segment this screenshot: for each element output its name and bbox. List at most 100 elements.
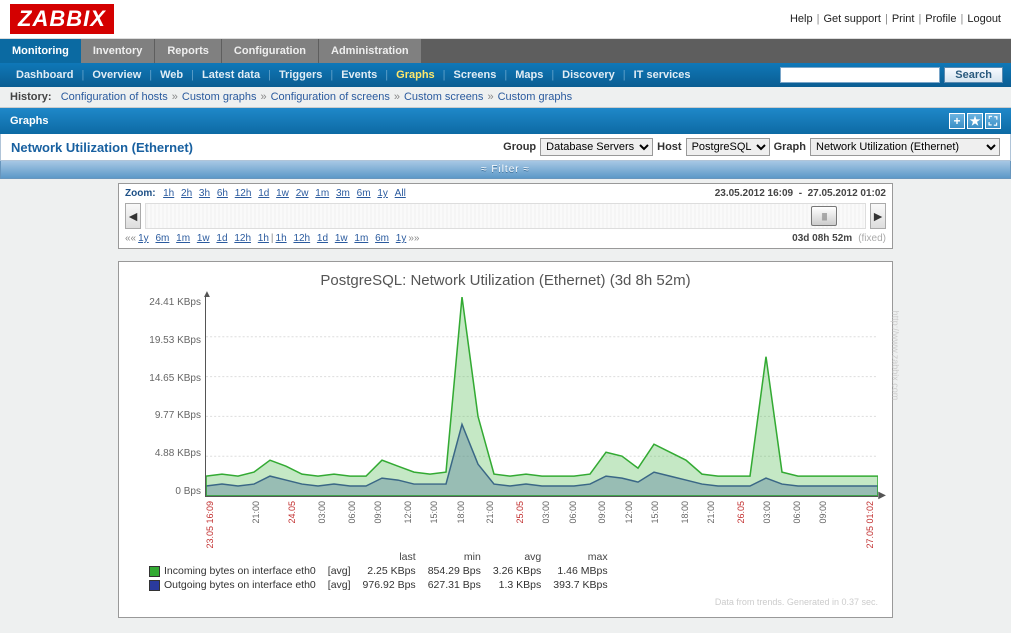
top-bar: ZABBIX Help|Get support|Print|Profile|Lo… [0,0,1011,39]
subnav-events[interactable]: Events [333,67,385,83]
history-link[interactable]: Custom graphs [182,91,257,103]
zoom-3m[interactable]: 3m [336,188,350,199]
subnav-dashboard[interactable]: Dashboard [8,67,81,83]
fullscreen-icon[interactable]: ⛶ [985,113,1001,129]
filter-row: Network Utilization (Ethernet) Group Dat… [0,134,1011,161]
y-tick: 14.65 KBps [149,373,201,384]
subnav-triggers[interactable]: Triggers [271,67,330,83]
x-tick: 26.05 [736,501,746,524]
nav-administration[interactable]: Administration [319,39,421,63]
group-label: Group [503,141,536,153]
timeline-left-icon[interactable]: ◄ [125,203,141,229]
x-tick: 27.05 01:02 [865,501,875,549]
subnav-overview[interactable]: Overview [84,67,149,83]
x-tick: 06:00 [792,501,802,524]
zoom-1d[interactable]: 1d [258,188,269,199]
nav-fwd-1w[interactable]: 1w [335,233,348,244]
y-tick: 24.41 KBps [149,297,201,308]
watermark: http://www.zabbix.com [891,310,901,400]
filter-toggle[interactable]: ≈ Filter ≈ [0,161,1011,179]
nav-monitoring[interactable]: Monitoring [0,39,81,63]
timeline-right-icon[interactable]: ► [870,203,886,229]
subnav-web[interactable]: Web [152,67,191,83]
timeline-slider[interactable] [145,203,866,229]
subnav-latest data[interactable]: Latest data [194,67,268,83]
zoom-All[interactable]: All [395,188,406,199]
zoom-2w[interactable]: 2w [296,188,309,199]
nav-configuration[interactable]: Configuration [222,39,318,63]
section-title: Graphs [10,115,49,127]
subnav-graphs[interactable]: Graphs [388,67,443,83]
add-icon[interactable]: + [949,113,965,129]
timeline-box: Zoom: 1h 2h 3h 6h 12h 1d 1w 2w 1m 3m 6m … [118,183,893,249]
nav-fwd-1m[interactable]: 1m [354,233,368,244]
history-link[interactable]: Custom screens [404,91,483,103]
zoom-1y[interactable]: 1y [377,188,388,199]
history-link[interactable]: Configuration of hosts [61,91,168,103]
nav-fwd-6m[interactable]: 6m [375,233,389,244]
nav-back-1h[interactable]: 1h [258,233,269,244]
x-tick: 25.05 [515,501,525,524]
x-tick: 23.05 16:09 [205,501,215,549]
zoom-12h[interactable]: 12h [235,188,252,199]
top-link-get support[interactable]: Get support [823,13,880,25]
host-select[interactable]: PostgreSQL [686,138,770,156]
sub-nav: Dashboard|Overview|Web|Latest data|Trigg… [0,63,1011,87]
nav-fwd-1y[interactable]: 1y [396,233,407,244]
graph-label: Graph [774,141,806,153]
top-link-profile[interactable]: Profile [925,13,956,25]
timeline-handle[interactable] [811,206,837,226]
top-link-logout[interactable]: Logout [967,13,1001,25]
history-bar: History: Configuration of hosts»Custom g… [0,87,1011,108]
subnav-screens[interactable]: Screens [446,67,505,83]
logo: ZABBIX [10,4,114,34]
zoom-2h[interactable]: 2h [181,188,192,199]
legend-table: lastminavgmax Incoming bytes on interfac… [147,549,620,593]
zoom-6h[interactable]: 6h [217,188,228,199]
nav-back-12h[interactable]: 12h [234,233,251,244]
y-tick: 19.53 KBps [149,335,201,346]
graph-select[interactable]: Network Utilization (Ethernet) [810,138,1000,156]
subnav-it services[interactable]: IT services [626,67,699,83]
search-button[interactable]: Search [944,67,1003,83]
history-link[interactable]: Configuration of screens [271,91,390,103]
fixed-label: (fixed) [858,233,886,244]
nav-fwd-1d[interactable]: 1d [317,233,328,244]
top-link-print[interactable]: Print [892,13,915,25]
nav-reports[interactable]: Reports [155,39,221,63]
history-link[interactable]: Custom graphs [498,91,573,103]
nav-fwd-1h[interactable]: 1h [276,233,287,244]
y-tick: 0 Bps [175,486,201,497]
star-icon[interactable]: ★ [967,113,983,129]
zoom-3h[interactable]: 3h [199,188,210,199]
zoom-6m[interactable]: 6m [357,188,371,199]
section-header: Graphs + ★ ⛶ [0,108,1011,134]
x-tick: 21:00 [251,501,261,524]
top-link-help[interactable]: Help [790,13,813,25]
zoom-1w[interactable]: 1w [276,188,289,199]
subnav-discovery[interactable]: Discovery [554,67,623,83]
search-input[interactable] [780,67,940,83]
zoom-1m[interactable]: 1m [315,188,329,199]
subnav-maps[interactable]: Maps [507,67,551,83]
zoom-1h[interactable]: 1h [163,188,174,199]
x-tick: 09:00 [818,501,828,524]
x-axis: 23.05 16:0921:0024.0503:0006:0009:0012:0… [205,497,878,545]
top-links: Help|Get support|Print|Profile|Logout [790,13,1001,25]
nav-fwd-12h[interactable]: 12h [293,233,310,244]
nav-back-1d[interactable]: 1d [216,233,227,244]
nav-back-6m[interactable]: 6m [155,233,169,244]
nav-back-1y[interactable]: 1y [138,233,149,244]
nav-back-prefix: «« [125,233,136,244]
y-tick: 9.77 KBps [155,410,201,421]
nav-back-1w[interactable]: 1w [197,233,210,244]
x-tick: 09:00 [597,501,607,524]
nav-back-1m[interactable]: 1m [176,233,190,244]
date-range: 23.05.2012 16:09 - 27.05.2012 01:02 [715,188,886,199]
host-label: Host [657,141,681,153]
nav-inventory[interactable]: Inventory [81,39,155,63]
generation-note: Data from trends. Generated in 0.37 sec. [133,597,878,607]
x-tick: 06:00 [568,501,578,524]
plot-area: ▲▶ [205,297,878,497]
group-select[interactable]: Database Servers [540,138,653,156]
